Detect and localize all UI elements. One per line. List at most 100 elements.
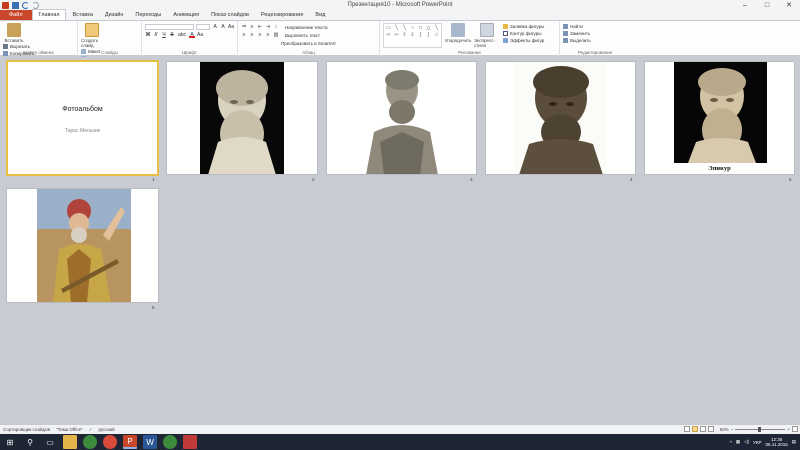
tab-slideshow[interactable]: Показ слайдов [205, 10, 255, 20]
italic-button[interactable]: К [153, 32, 159, 38]
fit-to-window-button[interactable] [792, 426, 798, 432]
font-size-up-button[interactable]: A [212, 24, 218, 30]
shadow-button[interactable]: abc [177, 32, 187, 38]
increase-indent-icon[interactable]: ⇥ [265, 24, 271, 30]
chrome-icon[interactable] [163, 435, 177, 449]
font-size-combo[interactable] [196, 24, 211, 30]
chrome-icon[interactable] [83, 435, 97, 449]
triangle-icon[interactable]: △ [425, 25, 432, 31]
star-icon[interactable]: ☆ [433, 32, 440, 38]
redo-icon[interactable] [32, 1, 39, 9]
close-button[interactable]: ✕ [778, 0, 800, 10]
app-icon[interactable] [183, 435, 197, 449]
new-slide-button[interactable]: Создать слайд [81, 23, 103, 48]
tab-home[interactable]: Главная [31, 9, 67, 20]
zoom-slider[interactable] [735, 426, 786, 432]
arrow-up-icon[interactable]: ⇧ [401, 32, 408, 38]
normal-view-button[interactable] [683, 426, 690, 432]
chrome-icon[interactable] [103, 435, 117, 449]
tab-animations[interactable]: Анимация [167, 10, 205, 20]
shape-effects-button[interactable]: Эффекты фигур [503, 37, 544, 44]
quick-styles-button[interactable]: Экспресс-стили [474, 23, 500, 48]
line-icon[interactable]: ╲ [393, 25, 400, 31]
reading-view-button[interactable] [699, 426, 706, 432]
clock[interactable]: 12:35 06.11.2016 [766, 437, 788, 447]
select-button[interactable]: Выделить [563, 37, 591, 44]
align-text-button[interactable]: Выровнять текст [285, 32, 320, 39]
tab-review[interactable]: Рецензирование [255, 10, 309, 20]
clear-formatting-button[interactable]: Aa [228, 24, 234, 30]
save-icon[interactable] [12, 1, 19, 9]
align-left-icon[interactable]: ≡ [241, 32, 247, 38]
network-icon[interactable]: ▦ [736, 439, 740, 445]
windows-start-icon[interactable]: ⊞ [3, 435, 17, 449]
line-icon[interactable]: ╲ [433, 25, 440, 31]
undo-icon[interactable] [22, 1, 29, 9]
arrow-down-icon[interactable]: ⇩ [409, 32, 416, 38]
slide-sorter-view-button[interactable] [691, 426, 698, 432]
numbering-icon[interactable]: ≡ [249, 24, 255, 30]
change-case-button[interactable]: Aa [197, 32, 203, 38]
font-name-combo[interactable] [145, 24, 195, 30]
shape-outline-button[interactable]: Контур фигуры [503, 30, 544, 37]
powerpoint-logo-icon[interactable] [2, 1, 9, 9]
columns-icon[interactable]: ▥ [273, 32, 279, 38]
tab-file[interactable]: Файл [0, 10, 32, 20]
arrow-right-icon[interactable]: ⇨ [385, 32, 392, 38]
zoom-in-button[interactable]: + [787, 427, 790, 432]
slideshow-view-button[interactable] [707, 426, 714, 432]
notifications-icon[interactable]: ▤ [792, 439, 796, 445]
rectangle-icon[interactable]: ▭ [385, 25, 392, 31]
bold-button[interactable]: Ж [145, 32, 151, 38]
justify-icon[interactable]: ≡ [265, 32, 271, 38]
powerpoint-icon[interactable]: P [123, 435, 137, 449]
tab-design[interactable]: Дизайн [99, 10, 130, 20]
cut-button[interactable]: Вырезать [3, 43, 50, 50]
tab-transitions[interactable]: Переходы [129, 10, 167, 20]
minimize-button[interactable]: – [734, 0, 756, 10]
align-center-icon[interactable]: ≡ [249, 32, 255, 38]
align-right-icon[interactable]: ≡ [257, 32, 263, 38]
font-size-down-button[interactable]: A [220, 24, 226, 30]
underline-button[interactable]: Ч [161, 32, 167, 38]
slide-thumbnail-5[interactable]: Эпикур [644, 61, 795, 175]
slide-thumbnail-6[interactable] [6, 188, 159, 303]
task-view-icon[interactable]: ▭ [43, 435, 57, 449]
line-spacing-icon[interactable]: ↕ [273, 24, 279, 30]
volume-icon[interactable]: ◁) [744, 439, 749, 445]
slide-thumbnail-3[interactable] [326, 61, 477, 175]
slide-thumbnail-1[interactable]: Фотоальбом Тарас Мельник [6, 60, 159, 176]
shapes-gallery[interactable]: ▭ ╲ ╲ ○ □ △ ╲ ⇨ ⇦ ⇧ ⇩ { } ☆ [383, 23, 442, 48]
find-button[interactable]: Найти [563, 23, 591, 30]
chevron-up-icon[interactable]: ^ [730, 440, 732, 445]
spellcheck-icon[interactable]: ✓ [86, 427, 96, 433]
arrange-button[interactable]: Упорядочить [445, 23, 471, 48]
arrow-left-icon[interactable]: ⇦ [393, 32, 400, 38]
line-icon[interactable]: ╲ [401, 25, 408, 31]
slide-thumbnail-4[interactable] [485, 61, 636, 175]
bullets-icon[interactable]: ≔ [241, 24, 247, 30]
font-color-button[interactable]: A [189, 32, 195, 38]
text-direction-button[interactable]: Направление текста [285, 24, 328, 31]
strikethrough-button[interactable]: S [169, 32, 175, 38]
zoom-out-button[interactable]: − [731, 427, 734, 432]
search-icon[interactable]: ⚲ [23, 435, 37, 449]
paste-button[interactable]: Вставить [3, 23, 25, 43]
square-icon[interactable]: □ [417, 25, 424, 31]
decrease-indent-icon[interactable]: ⇤ [257, 24, 263, 30]
tab-insert[interactable]: Вставка [66, 10, 98, 20]
tab-view[interactable]: Вид [309, 10, 331, 20]
file-explorer-icon[interactable] [63, 435, 77, 449]
slide-thumbnail-2[interactable] [166, 61, 318, 175]
shape-fill-button[interactable]: Заливка фигуры [503, 23, 544, 30]
word-icon[interactable]: W [143, 435, 157, 449]
smartart-button[interactable]: Преобразовать в SmartArt [281, 40, 336, 47]
maximize-button[interactable]: □ [756, 0, 778, 10]
zoom-slider-knob[interactable] [758, 426, 762, 432]
brace-icon[interactable]: { [417, 32, 424, 38]
replace-button[interactable]: Заменить [563, 30, 591, 37]
brace-icon[interactable]: } [425, 32, 432, 38]
oval-icon[interactable]: ○ [409, 25, 416, 31]
zoom-level[interactable]: 50% [720, 427, 729, 432]
keyboard-language[interactable]: УКР [753, 440, 761, 445]
